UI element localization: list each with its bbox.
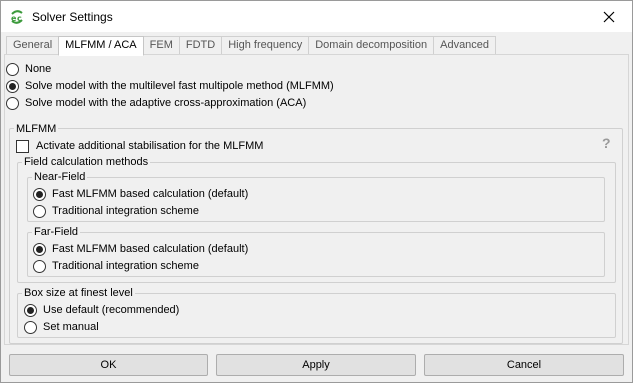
window-title: Solver Settings	[32, 10, 113, 24]
radio-button[interactable]	[6, 96, 19, 110]
far-fast-label: Fast MLFMM based calculation (default)	[52, 243, 249, 255]
ok-button[interactable]: OK	[9, 354, 208, 376]
stabilisation-option[interactable]: Activate additional stabilisation for th…	[16, 138, 263, 154]
apply-button[interactable]: Apply	[216, 354, 416, 376]
near-fast-label: Fast MLFMM based calculation (default)	[52, 188, 249, 200]
tab-bar: General MLFMM / ACA FEM FDTD High freque…	[6, 36, 497, 56]
radio-button[interactable]	[33, 242, 46, 256]
close-icon	[603, 11, 615, 22]
help-icon[interactable]: ?	[602, 136, 614, 150]
method-none-option[interactable]: None	[6, 61, 51, 77]
method-aca-label: Solve model with the adaptive cross-appr…	[25, 97, 307, 109]
stabilisation-label: Activate additional stabilisation for th…	[36, 140, 264, 152]
radio-button[interactable]	[6, 79, 19, 93]
radio-button[interactable]	[6, 62, 19, 76]
tab-fem[interactable]: FEM	[142, 36, 180, 55]
near-traditional-option[interactable]: Traditional integration scheme	[33, 203, 199, 219]
box-default-option[interactable]: Use default (recommended)	[24, 302, 179, 318]
solver-settings-dialog: e c Solver Settings General MLFMM / ACA …	[0, 0, 633, 383]
method-aca-option[interactable]: Solve model with the adaptive cross-appr…	[6, 95, 306, 111]
tab-domain-decomposition[interactable]: Domain decomposition	[308, 36, 435, 55]
title-bar: e c Solver Settings	[1, 1, 632, 32]
box-manual-option[interactable]: Set manual	[24, 319, 99, 335]
method-mlfmm-option[interactable]: Solve model with the multilevel fast mul…	[6, 78, 334, 94]
cadfeko-icon: e c	[11, 10, 23, 24]
radio-button[interactable]	[24, 303, 37, 317]
method-none-label: None	[25, 63, 52, 75]
tab-high-frequency[interactable]: High frequency	[221, 36, 310, 55]
tab-mlfmm-aca[interactable]: MLFMM / ACA	[58, 36, 144, 56]
near-field-title: Near-Field	[32, 170, 88, 184]
method-mlfmm-label: Solve model with the multilevel fast mul…	[25, 80, 334, 92]
far-traditional-label: Traditional integration scheme	[52, 260, 199, 272]
far-field-title: Far-Field	[32, 225, 81, 239]
radio-button[interactable]	[33, 204, 46, 218]
box-size-title: Box size at finest level	[22, 286, 135, 300]
svg-text:c: c	[17, 14, 22, 23]
cancel-button[interactable]: Cancel	[424, 354, 624, 376]
far-traditional-option[interactable]: Traditional integration scheme	[33, 258, 199, 274]
near-fast-option[interactable]: Fast MLFMM based calculation (default)	[33, 186, 248, 202]
radio-button[interactable]	[24, 320, 37, 334]
near-traditional-label: Traditional integration scheme	[52, 205, 199, 217]
far-fast-option[interactable]: Fast MLFMM based calculation (default)	[33, 241, 248, 257]
stabilisation-checkbox[interactable]	[16, 139, 29, 153]
field-calc-title: Field calculation methods	[22, 155, 151, 169]
mlfmm-group-title: MLFMM	[14, 122, 59, 136]
close-button[interactable]	[586, 1, 632, 32]
radio-button[interactable]	[33, 259, 46, 273]
tab-fdtd[interactable]: FDTD	[178, 36, 223, 55]
radio-button[interactable]	[33, 187, 46, 201]
box-manual-label: Set manual	[43, 321, 99, 333]
tab-general[interactable]: General	[6, 36, 60, 55]
tab-advanced[interactable]: Advanced	[433, 36, 497, 55]
box-default-label: Use default (recommended)	[43, 304, 180, 316]
